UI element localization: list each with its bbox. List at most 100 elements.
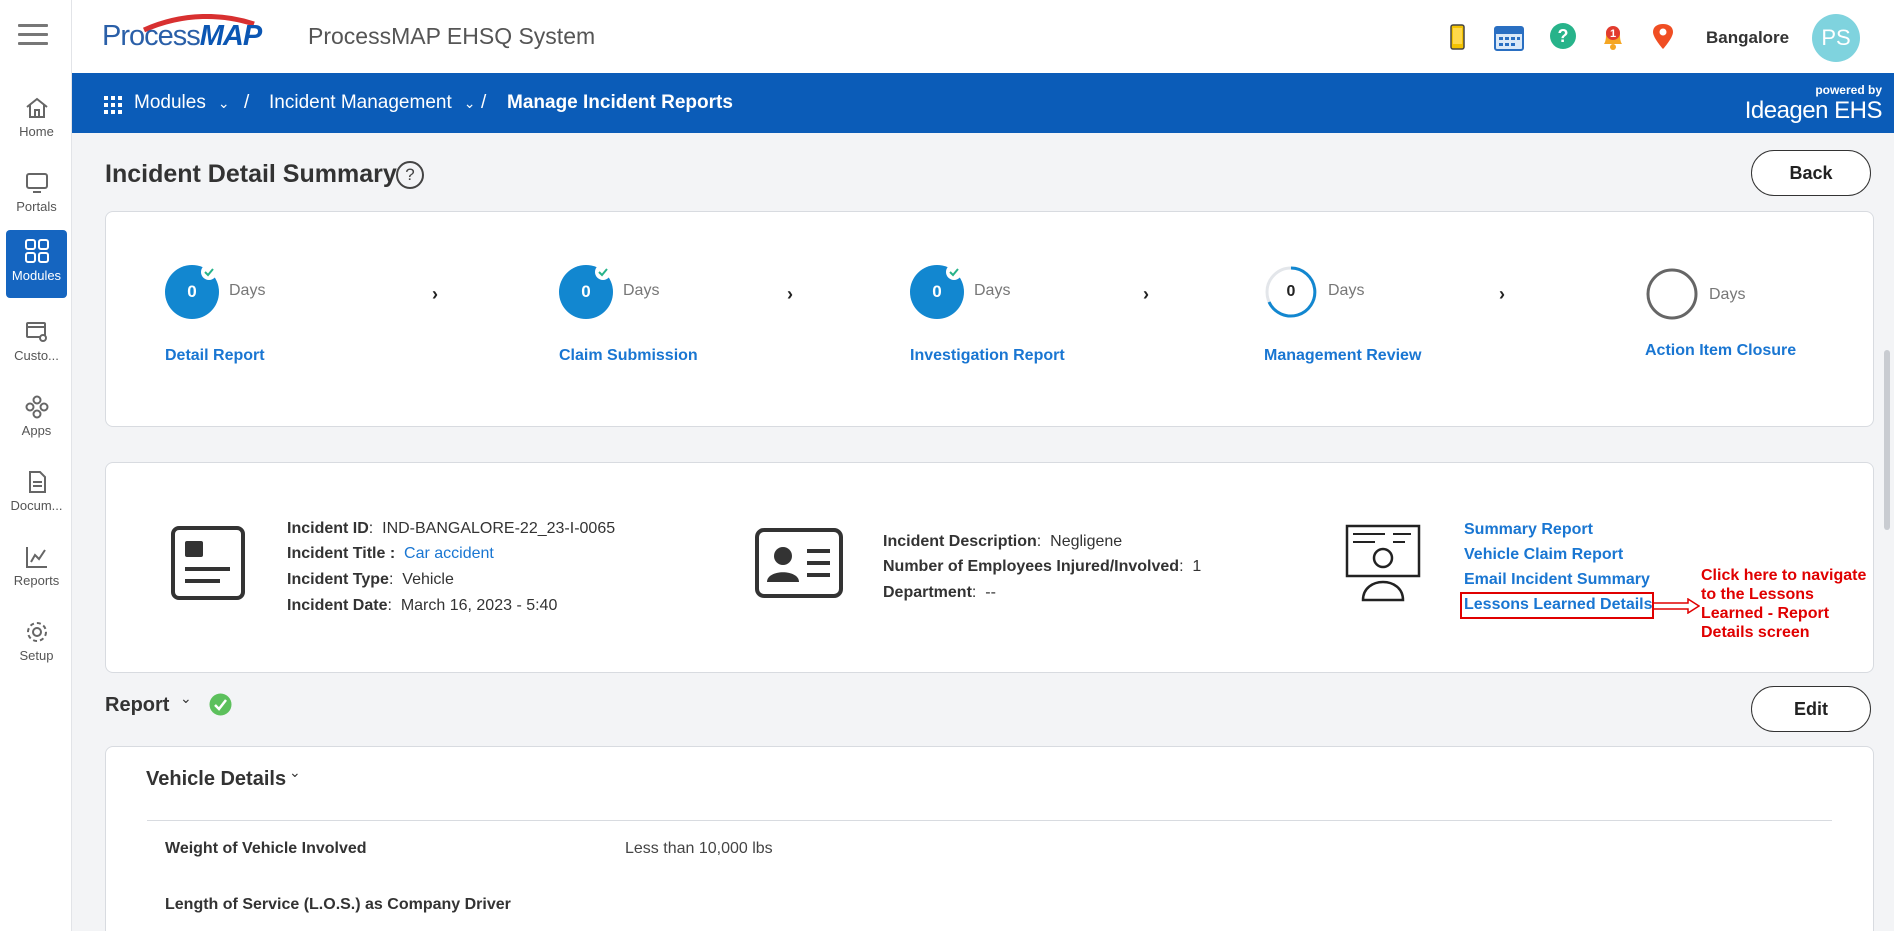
incident-title-link[interactable]: Car accident (404, 545, 494, 562)
field-label-vehicle-weight: Weight of Vehicle Involved (165, 840, 367, 857)
scrollbar-thumb[interactable] (1884, 350, 1890, 530)
sidebar-item-setup[interactable]: Setup (6, 612, 67, 680)
sidebar-item-label: Portals (16, 199, 57, 214)
gear-icon (26, 622, 47, 642)
sidebar-item-modules[interactable]: Modules (6, 230, 67, 298)
chevron-down-icon[interactable]: ⌄ (180, 690, 192, 707)
help-circle-icon[interactable]: ? (396, 161, 424, 189)
field-value-vehicle-weight: Less than 10,000 lbs (625, 840, 773, 857)
sidebar-item-label: Docum... (10, 498, 63, 513)
sidebar-item-documents[interactable]: Docum... (6, 462, 67, 530)
sidebar-item-label: Home (19, 124, 54, 139)
location-pin-icon[interactable] (1648, 22, 1678, 52)
avatar[interactable]: PS (1812, 14, 1860, 62)
breadcrumb-separator: / (244, 92, 250, 113)
step-days-label: Days (623, 282, 660, 299)
step-label[interactable]: Claim Submission (559, 347, 698, 365)
sidebar-item-customize[interactable]: Custo... (6, 312, 67, 380)
step-days-label: Days (1328, 282, 1365, 299)
sidebar-item-apps[interactable]: Apps (6, 387, 67, 455)
check-icon (595, 264, 611, 280)
step-count: 0 (1286, 283, 1296, 300)
sidebar-item-home[interactable]: Home (6, 88, 67, 156)
breadcrumb-current: Manage Incident Reports (507, 92, 733, 113)
employees-involved: Number of Employees Injured/Involved: 1 (883, 558, 1202, 575)
step-days-label: Days (229, 282, 266, 299)
annotation-text: Click here to navigate to the Lessons Le… (1701, 567, 1867, 641)
document-icon (28, 471, 46, 493)
edit-button[interactable]: Edit (1751, 686, 1871, 732)
chevron-right-icon: › (1143, 284, 1149, 304)
chevron-down-icon[interactable]: ⌄ (289, 764, 301, 781)
divider (147, 820, 1832, 821)
field-label-length-of-service: Length of Service (L.O.S.) as Company Dr… (165, 896, 511, 913)
incident-date: Incident Date: March 16, 2023 - 5:40 (287, 597, 558, 614)
powered-by-label: powered by (1815, 83, 1882, 97)
breadcrumb: Modules ⌄ / Incident Management ⌄ / Manage… (72, 73, 1894, 133)
sidebar-item-label: Modules (11, 268, 62, 283)
success-check-icon (209, 693, 232, 716)
svg-text:?: ? (1558, 26, 1569, 46)
top-header: ProcessMAP ProcessMAP EHSQ System ? 1 Ba… (72, 0, 1894, 73)
incident-description: Incident Description: Negligene (883, 533, 1123, 550)
id-card-icon (755, 528, 843, 598)
incident-report-icon (171, 526, 245, 600)
notification-count: 1 (1610, 28, 1616, 40)
chevron-down-icon: ⌄ (463, 95, 476, 111)
sidebar-item-label: Setup (19, 648, 54, 663)
summary-report-link[interactable]: Summary Report (1464, 521, 1593, 539)
vehicle-details-title: Vehicle Details (146, 768, 287, 790)
sidebar-item-reports[interactable]: Reports (6, 537, 67, 605)
powered-by-logo: powered by Ideagen EHS (1744, 83, 1883, 125)
help-icon[interactable]: ? (1548, 22, 1578, 52)
grid-icon (24, 239, 49, 263)
incident-type: Incident Type: Vehicle (287, 571, 454, 588)
step-label[interactable]: Management Review (1264, 347, 1421, 365)
scrollbar-track[interactable] (1880, 133, 1894, 931)
back-button[interactable]: Back (1751, 150, 1871, 196)
sidebar-item-portals[interactable]: Portals (6, 163, 67, 231)
step-label[interactable]: Action Item Closure (1645, 342, 1796, 360)
sidebar-item-label: Apps (21, 423, 52, 438)
home-icon (25, 97, 48, 118)
logo-text: ProcessMAP (102, 20, 262, 52)
check-icon (946, 264, 962, 280)
check-icon (201, 264, 217, 280)
reports-icon (25, 547, 47, 568)
chevron-right-icon: › (432, 284, 438, 304)
ideagen-brand: Ideagen EHS (1744, 97, 1883, 124)
chevron-right-icon: › (787, 284, 793, 304)
certificate-person-icon (1345, 524, 1421, 602)
report-section-title: Report (105, 694, 170, 716)
breadcrumb-modules[interactable]: Modules ⌄ (134, 73, 230, 133)
incident-title: Incident Title : Car accident (287, 545, 494, 562)
empty-ring-icon (1646, 268, 1698, 320)
location-name[interactable]: Bangalore (1706, 28, 1789, 48)
breadcrumb-incident-management[interactable]: Incident Management ⌄ (269, 73, 475, 133)
workflow-stepper-card (105, 211, 1874, 427)
monitor-icon (25, 173, 48, 193)
annotation-arrow-icon (1654, 598, 1700, 614)
step-days-label: Days (1709, 286, 1746, 303)
vehicle-claim-report-link[interactable]: Vehicle Claim Report (1464, 546, 1623, 564)
department: Department: -- (883, 584, 996, 601)
apps-grid-icon[interactable] (104, 96, 122, 114)
annotation-highlight-box (1460, 592, 1654, 619)
mobile-icon[interactable] (1442, 22, 1472, 52)
page-title: Incident Detail Summary (105, 160, 397, 188)
notification-bell-icon[interactable]: 1 (1598, 22, 1628, 52)
sidebar-item-label: Reports (13, 573, 60, 588)
hamburger-menu-icon[interactable] (18, 24, 48, 46)
step-label[interactable]: Detail Report (165, 347, 265, 365)
step-label[interactable]: Investigation Report (910, 347, 1065, 365)
app-title: ProcessMAP EHSQ System (308, 23, 596, 49)
breadcrumb-separator: / (481, 92, 487, 113)
left-sidebar: Home Portals Modules Custo... Apps Docum… (0, 0, 72, 931)
email-incident-summary-link[interactable]: Email Incident Summary (1464, 571, 1650, 589)
calendar-icon[interactable] (1493, 22, 1524, 52)
customize-icon (25, 322, 47, 342)
incident-id: Incident ID: IND-BANGALORE-22_23-I-0065 (287, 520, 616, 537)
chevron-right-icon: › (1499, 284, 1505, 304)
step-days-label: Days (974, 282, 1011, 299)
sidebar-item-label: Custo... (14, 348, 59, 363)
